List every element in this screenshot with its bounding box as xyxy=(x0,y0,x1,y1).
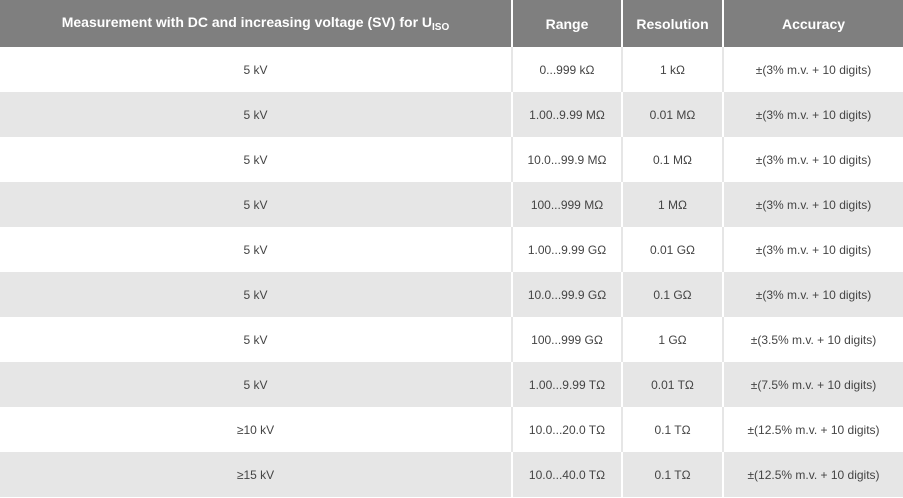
accuracy-cell: ±(3% m.v. + 10 digits) xyxy=(723,182,903,227)
range-cell: 100...999 GΩ xyxy=(512,317,623,362)
table-row: 5 kV 10.0...99.9 GΩ 0.1 GΩ ±(3% m.v. + 10 d… xyxy=(0,272,903,317)
resolution-cell: 1 GΩ xyxy=(622,317,724,362)
voltage-cell: 5 kV xyxy=(0,317,513,362)
resolution-cell: 0.1 TΩ xyxy=(622,407,724,452)
accuracy-cell: ±(7.5% m.v. + 10 digits) xyxy=(723,362,903,407)
voltage-cell: 5 kV xyxy=(0,92,513,137)
voltage-cell: ≥15 kV xyxy=(0,452,513,497)
resolution-cell: 0.1 TΩ xyxy=(622,452,724,497)
resolution-cell: 0.1 MΩ xyxy=(622,137,724,182)
range-cell: 10.0...20.0 TΩ xyxy=(512,407,623,452)
voltage-cell: 5 kV xyxy=(0,362,513,407)
table-row: 5 kV 1.00..9.99 MΩ 0.01 MΩ ±(3% m.v. + 10 d… xyxy=(0,92,903,137)
accuracy-cell: ±(3% m.v. + 10 digits) xyxy=(723,227,903,272)
specification-table: Measurement with DC and increasing volta… xyxy=(0,0,903,497)
header-measurement-label: Measurement with DC and increasing volta… xyxy=(61,14,433,30)
resolution-cell: 0.1 GΩ xyxy=(622,272,724,317)
voltage-cell: 5 kV xyxy=(0,47,513,92)
accuracy-cell: ±(3% m.v. + 10 digits) xyxy=(723,47,903,92)
accuracy-cell: ±(12.5% m.v. + 10 digits) xyxy=(723,407,903,452)
voltage-cell: ≥10 kV xyxy=(0,407,513,452)
table-row: 5 kV 0...999 kΩ 1 kΩ ±(3% m.v. + 10 digits) xyxy=(0,47,903,92)
accuracy-cell: ±(3% m.v. + 10 digits) xyxy=(723,272,903,317)
accuracy-cell: ±(12.5% m.v. + 10 digits) xyxy=(723,452,903,497)
header-range: Range xyxy=(512,0,623,47)
table-row: ≥10 kV 10.0...20.0 TΩ 0.1 TΩ ±(12.5% m.v. +… xyxy=(0,407,903,452)
header-measurement-subscript: ISO xyxy=(432,22,450,33)
range-cell: 1.00...9.99 TΩ xyxy=(512,362,623,407)
table-row: 5 kV 10.0...99.9 MΩ 0.1 MΩ ±(3% m.v. + 10 d… xyxy=(0,137,903,182)
header-resolution: Resolution xyxy=(622,0,724,47)
range-cell: 0...999 kΩ xyxy=(512,47,623,92)
resolution-cell: 0.01 MΩ xyxy=(622,92,724,137)
table-row: 5 kV 100...999 MΩ 1 MΩ ±(3% m.v. + 10 digit… xyxy=(0,182,903,227)
voltage-cell: 5 kV xyxy=(0,182,513,227)
header-row: Measurement with DC and increasing volta… xyxy=(0,0,903,47)
accuracy-cell: ±(3% m.v. + 10 digits) xyxy=(723,92,903,137)
table-header: Measurement with DC and increasing volta… xyxy=(0,0,903,47)
table-row: 5 kV 1.00...9.99 GΩ 0.01 GΩ ±(3% m.v. + 10 … xyxy=(0,227,903,272)
header-accuracy: Accuracy xyxy=(723,0,903,47)
accuracy-cell: ±(3.5% m.v. + 10 digits) xyxy=(723,317,903,362)
header-measurement: Measurement with DC and increasing volta… xyxy=(0,0,513,47)
range-cell: 100...999 MΩ xyxy=(512,182,623,227)
range-cell: 1.00...9.99 GΩ xyxy=(512,227,623,272)
voltage-cell: 5 kV xyxy=(0,137,513,182)
range-cell: 1.00..9.99 MΩ xyxy=(512,92,623,137)
table-body: 5 kV 0...999 kΩ 1 kΩ ±(3% m.v. + 10 digits)… xyxy=(0,47,903,497)
range-cell: 10.0...99.9 MΩ xyxy=(512,137,623,182)
table-row: 5 kV 100...999 GΩ 1 GΩ ±(3.5% m.v. + 10 dig… xyxy=(0,317,903,362)
range-cell: 10.0...40.0 TΩ xyxy=(512,452,623,497)
voltage-cell: 5 kV xyxy=(0,227,513,272)
table-row: 5 kV 1.00...9.99 TΩ 0.01 TΩ ±(7.5% m.v. + 1… xyxy=(0,362,903,407)
range-cell: 10.0...99.9 GΩ xyxy=(512,272,623,317)
voltage-cell: 5 kV xyxy=(0,272,513,317)
resolution-cell: 0.01 GΩ xyxy=(622,227,724,272)
resolution-cell: 0.01 TΩ xyxy=(622,362,724,407)
table-row: ≥15 kV 10.0...40.0 TΩ 0.1 TΩ ±(12.5% m.v. +… xyxy=(0,452,903,497)
resolution-cell: 1 MΩ xyxy=(622,182,724,227)
resolution-cell: 1 kΩ xyxy=(622,47,724,92)
accuracy-cell: ±(3% m.v. + 10 digits) xyxy=(723,137,903,182)
